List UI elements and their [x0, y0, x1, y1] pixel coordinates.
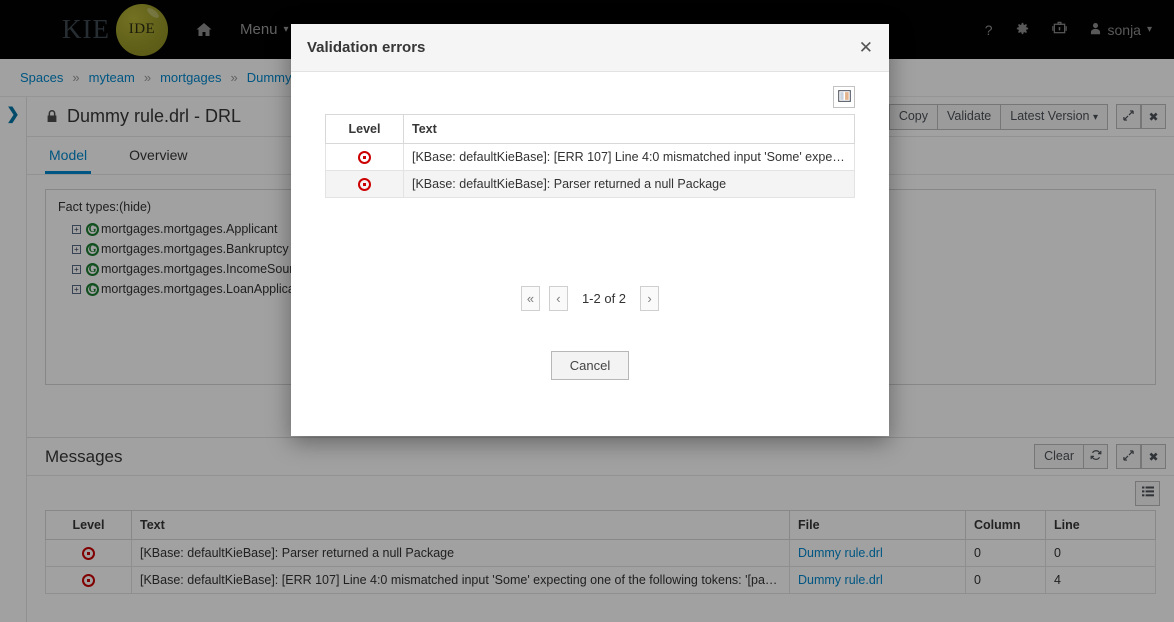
table-row[interactable]: [KBase: defaultKieBase]: [ERR 107] Line … [326, 144, 855, 171]
application-window: KIE IDE Menu ▾ ? [0, 0, 1174, 622]
modal-footer: Cancel [325, 351, 855, 380]
modal-title: Validation errors [307, 39, 425, 56]
table-header-row: Level Text [326, 115, 855, 144]
column-header-text[interactable]: Text [404, 115, 855, 144]
error-level-cell [326, 171, 404, 198]
modal-column-chooser-button[interactable] [833, 86, 855, 108]
error-level-cell [326, 144, 404, 171]
pagination-prev-button[interactable]: ‹ [549, 286, 568, 311]
validation-errors-modal: Validation errors ✕ Level Text [291, 24, 889, 436]
column-header-level[interactable]: Level [326, 115, 404, 144]
error-icon [358, 178, 371, 191]
modal-header: Validation errors ✕ [291, 24, 889, 72]
error-text-cell: [KBase: defaultKieBase]: Parser returned… [404, 171, 855, 198]
cancel-button[interactable]: Cancel [551, 351, 629, 380]
table-row[interactable]: [KBase: defaultKieBase]: Parser returned… [326, 171, 855, 198]
pagination-next-button[interactable]: › [640, 286, 659, 311]
modal-errors-table: Level Text [KBase: defaultKieBase]: [ERR… [325, 114, 855, 198]
column-chooser-icon [838, 90, 851, 105]
pagination-range-text: 1-2 of 2 [577, 291, 631, 306]
modal-body: Level Text [KBase: defaultKieBase]: [ERR… [291, 72, 889, 380]
modal-close-button[interactable]: ✕ [859, 39, 873, 56]
pagination-first-button[interactable]: « [521, 286, 540, 311]
error-text-cell: [KBase: defaultKieBase]: [ERR 107] Line … [404, 144, 855, 171]
modal-pagination: « ‹ 1-2 of 2 › [325, 286, 855, 311]
modal-columns-row [325, 86, 855, 108]
error-icon [358, 151, 371, 164]
